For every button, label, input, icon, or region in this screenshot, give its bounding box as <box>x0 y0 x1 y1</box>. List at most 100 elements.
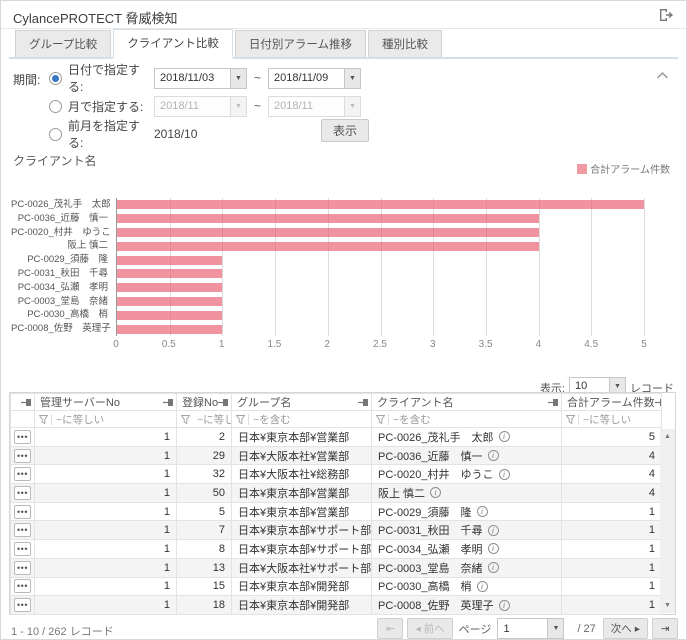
table-row: •••129日本¥大阪本社¥営業部PC-0036_近藤 慎一i4 <box>11 446 662 465</box>
count-cell: 1 <box>562 540 662 559</box>
radio-by-date[interactable] <box>49 72 62 85</box>
pagination: ⇤ ◂ 前へ ページ ▼ / 27 次へ ▸ ⇥ <box>377 618 678 639</box>
info-icon[interactable]: i <box>488 543 499 554</box>
legend-swatch <box>577 164 587 174</box>
pin-icon[interactable] <box>358 398 369 407</box>
group-cell: 日本¥大阪本社¥サポート部 <box>232 558 372 577</box>
count-cell: 1 <box>562 502 662 521</box>
page-number-input[interactable] <box>497 618 547 639</box>
row-actions-button[interactable]: ••• <box>14 449 31 463</box>
pin-icon[interactable] <box>548 398 559 407</box>
page-number-dropdown-icon[interactable]: ▼ <box>547 618 564 639</box>
client-name-cell: PC-0029_須藤 隆 i <box>372 502 562 521</box>
scroll-up-icon[interactable]: ▲ <box>660 429 675 444</box>
info-icon[interactable]: i <box>430 487 441 498</box>
group-cell: 日本¥東京本部¥営業部 <box>232 428 372 447</box>
row-actions-button[interactable]: ••• <box>14 579 31 593</box>
client-name-cell: 阪上 慎二i <box>372 484 562 503</box>
scroll-down-icon[interactable]: ▼ <box>660 598 675 613</box>
group-cell: 日本¥東京本部¥開発部 <box>232 577 372 596</box>
date-to-input[interactable] <box>268 68 344 89</box>
first-page-button: ⇤ <box>377 618 403 639</box>
date-from-dropdown-icon[interactable]: ▼ <box>230 68 247 89</box>
bar <box>117 242 539 251</box>
filter-client-name[interactable]: ~を含む <box>372 411 562 428</box>
reg-no-cell: 15 <box>177 577 232 596</box>
gridline <box>644 198 645 336</box>
period-panel: 期間: 日付で指定する: ▼ ~ ▼ 月で指定する: ▼ ~ <box>9 63 678 149</box>
radio-by-month-label[interactable]: 月で指定する: <box>68 98 154 115</box>
group-cell: 日本¥東京本部¥営業部 <box>232 502 372 521</box>
y-axis-label: PC-0003_堂島 奈緒 <box>11 295 116 309</box>
date-to-dropdown-icon[interactable]: ▼ <box>344 68 361 89</box>
last-page-button[interactable]: ⇥ <box>652 618 678 639</box>
header-reg-no[interactable]: 登録No <box>177 394 232 411</box>
bar-chart: PC-0026_茂礼手 太郎PC-0036_近藤 慎一PC-0020_村井 ゆう… <box>11 198 644 336</box>
tab-client-comparison[interactable]: クライアント比較 <box>113 29 233 59</box>
tab-type-comparison[interactable]: 種別比較 <box>368 30 442 57</box>
header-server-no[interactable]: 管理サーバーNo <box>35 394 177 411</box>
row-actions-button[interactable]: ••• <box>14 505 31 519</box>
header-action-col <box>11 394 35 411</box>
pin-icon[interactable] <box>218 398 229 407</box>
title-bar: CylancePROTECT 脅威検知 <box>1 1 686 29</box>
bar <box>117 228 539 237</box>
info-icon[interactable]: i <box>499 469 510 480</box>
count-cell: 4 <box>562 465 662 484</box>
server-no-cell: 1 <box>35 446 177 465</box>
client-name: PC-0029_須藤 隆 <box>378 504 472 520</box>
show-button[interactable]: 表示 <box>321 119 369 142</box>
filter-icon[interactable] <box>181 415 190 424</box>
header-group-name[interactable]: グループ名 <box>232 394 372 411</box>
row-actions-button[interactable]: ••• <box>14 561 31 575</box>
next-page-button[interactable]: 次へ ▸ <box>603 618 648 639</box>
filter-icon[interactable] <box>376 415 385 424</box>
info-icon[interactable]: i <box>499 600 510 611</box>
filter-action-col <box>11 411 35 428</box>
logout-icon[interactable] <box>659 8 674 22</box>
pin-icon[interactable] <box>655 398 662 407</box>
count-cell: 4 <box>562 484 662 503</box>
reg-no-cell: 5 <box>177 502 232 521</box>
row-actions-button[interactable]: ••• <box>14 542 31 556</box>
row-actions-button[interactable]: ••• <box>14 430 31 444</box>
x-axis-tick-label: 1 <box>219 339 225 350</box>
tab-group-comparison[interactable]: グループ比較 <box>15 30 111 57</box>
info-icon[interactable]: i <box>488 450 499 461</box>
bar <box>117 214 539 223</box>
filter-icon[interactable] <box>236 415 245 424</box>
radio-by-month[interactable] <box>49 100 62 113</box>
info-icon[interactable]: i <box>488 562 499 573</box>
filter-total-alarms[interactable]: ~に等しい <box>562 411 662 428</box>
table-row: •••15日本¥東京本部¥営業部PC-0029_須藤 隆i1 <box>11 502 662 521</box>
radio-prev-month[interactable] <box>49 128 62 141</box>
info-icon[interactable]: i <box>477 506 488 517</box>
tab-alarm-trend-by-date[interactable]: 日付別アラーム推移 <box>235 30 366 57</box>
radio-prev-month-label[interactable]: 前月を指定する: <box>68 117 154 151</box>
radio-by-date-label[interactable]: 日付で指定する: <box>68 61 154 95</box>
date-from-input[interactable] <box>154 68 230 89</box>
row-actions-button[interactable]: ••• <box>14 598 31 612</box>
pin-icon[interactable] <box>21 398 32 407</box>
filter-server-no[interactable]: ~に等しい <box>35 411 177 428</box>
reg-no-cell: 18 <box>177 596 232 615</box>
filter-reg-no[interactable]: ~に等しい <box>177 411 232 428</box>
row-actions-button[interactable]: ••• <box>14 486 31 500</box>
header-client-name[interactable]: クライアント名 <box>372 394 562 411</box>
info-icon[interactable]: i <box>477 581 488 592</box>
info-icon[interactable]: i <box>488 525 499 536</box>
bar <box>117 311 222 320</box>
info-icon[interactable]: i <box>499 431 510 442</box>
collapse-panel-icon[interactable] <box>656 69 670 79</box>
header-total-alarms[interactable]: 合計アラーム件数 <box>562 394 662 411</box>
vertical-scrollbar[interactable]: ▲ ▼ <box>660 429 675 613</box>
pin-icon[interactable] <box>163 398 174 407</box>
tab-bar: グループ比較 クライアント比較 日付別アラーム推移 種別比較 <box>9 33 678 59</box>
filter-icon[interactable] <box>39 415 48 424</box>
count-cell: 4 <box>562 446 662 465</box>
row-actions-button[interactable]: ••• <box>14 523 31 537</box>
filter-group-name[interactable]: ~を含む <box>232 411 372 428</box>
filter-icon[interactable] <box>566 415 575 424</box>
row-actions-button[interactable]: ••• <box>14 467 31 481</box>
bar <box>117 325 222 334</box>
